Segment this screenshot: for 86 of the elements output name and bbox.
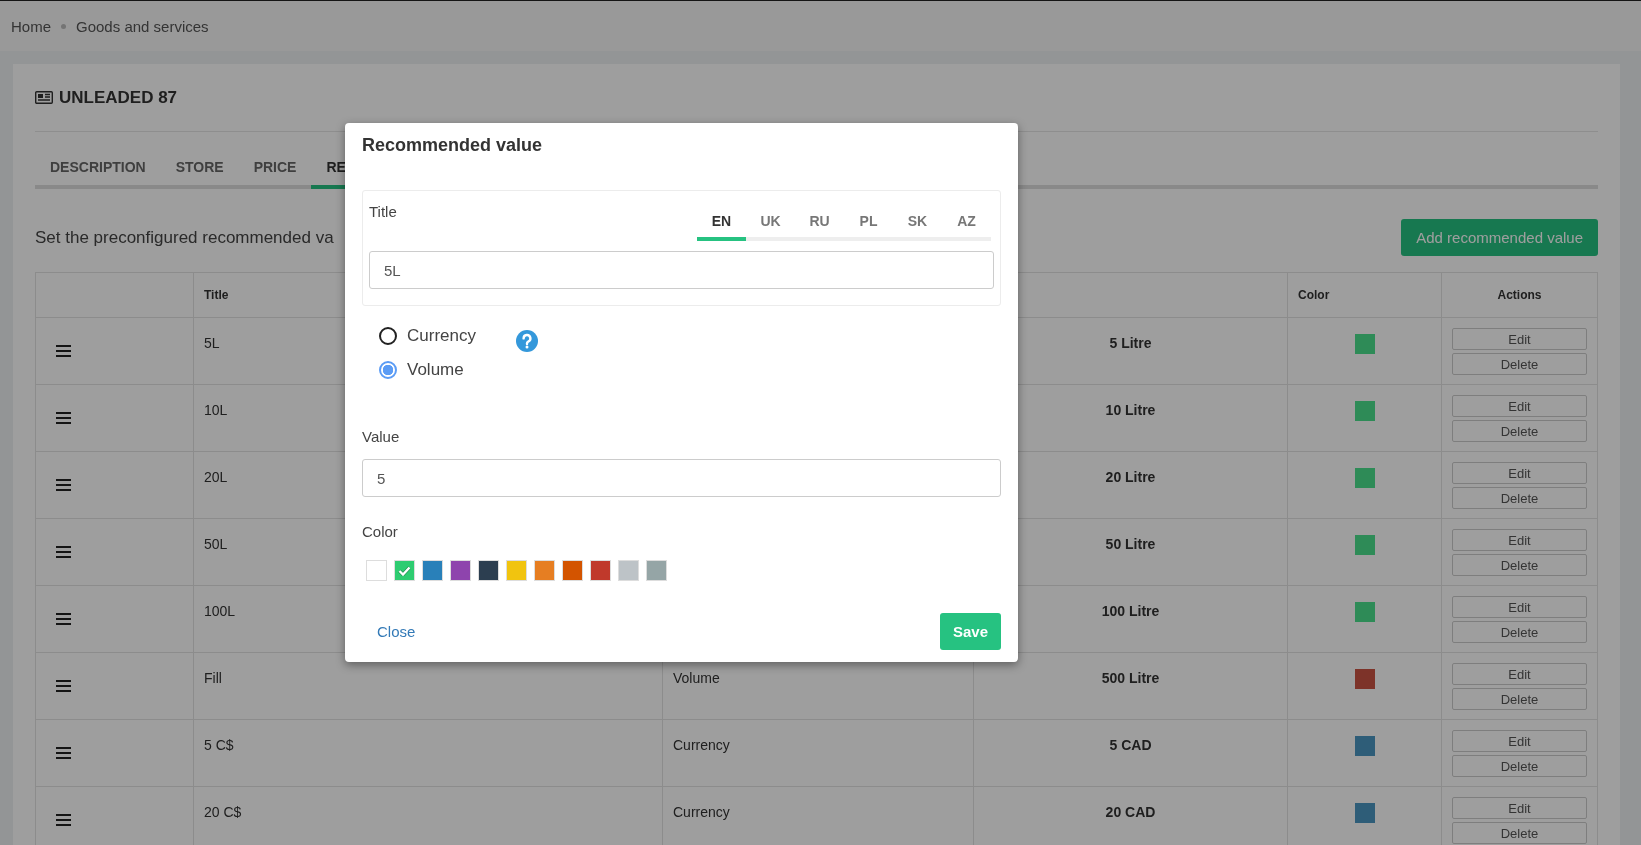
- color-option[interactable]: [394, 560, 415, 581]
- radio-label: Volume: [407, 360, 464, 380]
- language-tab[interactable]: EN: [697, 203, 746, 241]
- description-text: Set the preconfigured recommended va: [35, 227, 334, 248]
- tab[interactable]: DESCRIPTION: [35, 149, 161, 189]
- table-cell: 10L: [204, 402, 228, 418]
- title-input-field[interactable]: 5L: [369, 251, 994, 289]
- row-action-button[interactable]: Delete: [1452, 822, 1587, 844]
- row-action-button[interactable]: Edit: [1452, 328, 1587, 350]
- color-option[interactable]: [562, 560, 583, 581]
- row-action-button[interactable]: Delete: [1452, 353, 1587, 375]
- row-action-button[interactable]: Delete: [1452, 755, 1587, 777]
- field-label: Value: [362, 428, 401, 445]
- color-option[interactable]: [618, 560, 639, 581]
- table-cell: 100L: [204, 603, 236, 619]
- drag-handle-icon[interactable]: [56, 613, 71, 625]
- table-cell: Fill: [204, 670, 222, 686]
- product-title: UNLEADED 87: [59, 87, 178, 108]
- language-tab[interactable]: PL: [844, 203, 893, 241]
- table-cell: 20L: [204, 469, 228, 485]
- table-cell: 20 C$: [204, 804, 242, 820]
- language-tab[interactable]: UK: [746, 203, 795, 241]
- color-option[interactable]: [450, 560, 471, 581]
- table-cell: Currency: [673, 737, 730, 753]
- radio-button[interactable]: [379, 327, 397, 345]
- table-cell: 5L: [204, 335, 220, 351]
- row-action-button[interactable]: Edit: [1452, 529, 1587, 551]
- drag-handle-icon[interactable]: [56, 680, 71, 692]
- separator-dot: [61, 23, 66, 29]
- row-action-button[interactable]: Delete: [1452, 487, 1587, 509]
- drag-handle-icon[interactable]: [56, 479, 71, 491]
- table-cell: 10 Litre: [1105, 402, 1156, 418]
- table-cell: 50L: [204, 536, 228, 552]
- breadcrumb-link[interactable]: Goods and services: [76, 17, 209, 35]
- color-option[interactable]: [646, 560, 667, 581]
- row-action-button[interactable]: Delete: [1452, 554, 1587, 576]
- tab[interactable]: STORE: [160, 149, 239, 189]
- radio-label: Currency: [407, 326, 476, 346]
- color-option[interactable]: [422, 560, 443, 581]
- row-action-button[interactable]: Edit: [1452, 395, 1587, 417]
- row-action-button[interactable]: Edit: [1452, 730, 1587, 752]
- tab[interactable]: PRICE: [238, 149, 312, 189]
- row-action-button[interactable]: Edit: [1452, 663, 1587, 685]
- table-cell: 20 CAD: [1105, 804, 1156, 820]
- field-label: Title: [369, 203, 397, 220]
- drag-handle-icon[interactable]: [56, 412, 71, 424]
- table-cell: 5 CAD: [1109, 737, 1152, 753]
- table-cell: 500 Litre: [1101, 670, 1160, 686]
- column-header: Actions: [1497, 288, 1542, 302]
- breadcrumb-link[interactable]: Home: [11, 17, 51, 35]
- table-cell: 20 Litre: [1105, 469, 1156, 485]
- radio-option[interactable]: Volume: [379, 360, 476, 380]
- table-cell: Volume: [673, 670, 720, 686]
- drag-handle-icon[interactable]: [56, 747, 71, 759]
- color-option[interactable]: [590, 560, 611, 581]
- table-cell: Currency: [673, 804, 730, 820]
- close-link[interactable]: Close: [377, 623, 416, 640]
- row-action-button[interactable]: Delete: [1452, 621, 1587, 643]
- check-icon: [398, 565, 411, 576]
- row-action-button[interactable]: Delete: [1452, 420, 1587, 442]
- language-tab[interactable]: RU: [795, 203, 844, 241]
- value-input-field[interactable]: 5: [362, 459, 1001, 497]
- drag-handle-icon[interactable]: [56, 814, 71, 826]
- row-action-button[interactable]: Edit: [1452, 797, 1587, 819]
- color-option[interactable]: [506, 560, 527, 581]
- field-label: Color: [362, 523, 399, 540]
- column-header: Title: [204, 288, 229, 302]
- column-header: Color: [1298, 288, 1330, 302]
- row-action-button[interactable]: Edit: [1452, 462, 1587, 484]
- color-option[interactable]: [478, 560, 499, 581]
- newspaper-icon: [35, 91, 53, 104]
- radio-option[interactable]: Currency: [379, 326, 476, 346]
- color-option[interactable]: [534, 560, 555, 581]
- table-cell: 50 Litre: [1105, 536, 1156, 552]
- language-tab[interactable]: AZ: [942, 203, 991, 241]
- drag-handle-icon[interactable]: [56, 546, 71, 558]
- table-cell: 100 Litre: [1101, 603, 1160, 619]
- row-action-button[interactable]: Delete: [1452, 688, 1587, 710]
- radio-button[interactable]: [379, 361, 397, 379]
- table-cell: 5 C$: [204, 737, 234, 753]
- color-option[interactable]: [366, 560, 387, 581]
- help-icon[interactable]: [515, 330, 538, 352]
- row-action-button[interactable]: Edit: [1452, 596, 1587, 618]
- drag-handle-icon[interactable]: [56, 345, 71, 357]
- language-tab[interactable]: SK: [893, 203, 942, 241]
- table-cell: 5 Litre: [1109, 335, 1152, 351]
